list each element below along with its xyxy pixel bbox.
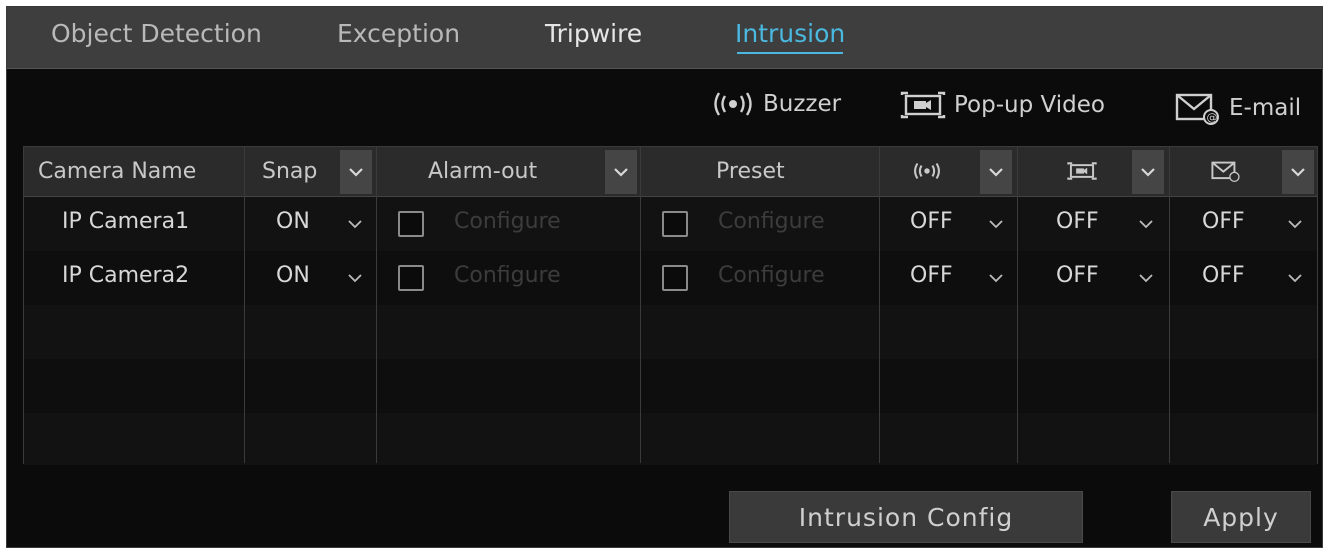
table-row-empty	[24, 305, 1317, 359]
email-dropdown-chevron-icon[interactable]	[1288, 273, 1302, 283]
camera-name-cell: IP Camera2	[62, 263, 190, 288]
buzzer-batch-dropdown[interactable]	[980, 150, 1012, 194]
header-camera-name: Camera Name	[38, 159, 197, 184]
buzzer-dropdown-chevron-icon[interactable]	[989, 219, 1003, 229]
email-batch-dropdown[interactable]	[1282, 150, 1314, 194]
svg-text:@: @	[1207, 111, 1218, 124]
chevron-down-icon	[1291, 167, 1305, 177]
preset-checkbox[interactable]	[662, 265, 688, 291]
snap-value[interactable]: ON	[276, 263, 310, 288]
preset-configure-link[interactable]: Configure	[718, 209, 825, 234]
column-divider	[244, 147, 245, 463]
table-row-empty	[24, 413, 1317, 465]
buzzer-value[interactable]: OFF	[910, 263, 953, 288]
alarm-out-batch-dropdown[interactable]	[605, 150, 637, 194]
tab-bar: Object Detection Exception Tripwire Intr…	[7, 7, 1322, 69]
preset-configure-link[interactable]: Configure	[718, 263, 825, 288]
buzzer-icon	[714, 92, 752, 116]
buzzer-dropdown-chevron-icon[interactable]	[989, 273, 1003, 283]
snap-dropdown-chevron-icon[interactable]	[348, 273, 362, 283]
table-row-empty	[24, 359, 1317, 413]
chevron-down-icon	[614, 167, 628, 177]
popup-video-value[interactable]: OFF	[1056, 263, 1099, 288]
camera-name-cell: IP Camera1	[62, 209, 190, 234]
column-divider	[1169, 147, 1170, 463]
header-snap: Snap	[262, 159, 318, 184]
email-value[interactable]: OFF	[1202, 209, 1245, 234]
legend-buzzer: Buzzer	[711, 91, 841, 117]
snap-value[interactable]: ON	[276, 209, 310, 234]
snap-dropdown-chevron-icon[interactable]	[348, 219, 362, 229]
popup-video-batch-dropdown[interactable]	[1132, 150, 1164, 194]
tab-intrusion[interactable]: Intrusion	[735, 19, 845, 54]
legend-buzzer-label: Buzzer	[763, 91, 842, 117]
chevron-down-icon	[349, 167, 363, 177]
intrusion-settings-panel: Object Detection Exception Tripwire Intr…	[6, 6, 1323, 548]
column-divider	[879, 147, 880, 463]
legend-email-label: E-mail	[1229, 95, 1302, 121]
buzzer-value[interactable]: OFF	[910, 209, 953, 234]
email-dropdown-chevron-icon[interactable]	[1288, 219, 1302, 229]
popup-video-icon	[1067, 162, 1097, 180]
table-header: Camera Name Snap Alarm-out Preset	[24, 147, 1317, 197]
column-divider	[1017, 147, 1018, 463]
chevron-down-icon	[1141, 167, 1155, 177]
header-preset: Preset	[716, 159, 785, 184]
header-alarm-out: Alarm-out	[428, 159, 538, 184]
column-divider	[640, 147, 641, 463]
snap-batch-dropdown[interactable]	[340, 150, 372, 194]
chevron-down-icon	[989, 167, 1003, 177]
email-value[interactable]: OFF	[1202, 263, 1245, 288]
tab-object-detection[interactable]: Object Detection	[51, 19, 262, 48]
alarm-out-configure-link[interactable]: Configure	[454, 209, 561, 234]
email-icon	[1211, 161, 1240, 182]
popup-video-dropdown-chevron-icon[interactable]	[1139, 219, 1153, 229]
camera-alarm-table: Camera Name Snap Alarm-out Preset IP Cam…	[23, 146, 1318, 465]
legend-popup-video-label: Pop-up Video	[954, 92, 1105, 118]
buzzer-icon	[914, 162, 940, 180]
column-divider	[376, 147, 377, 463]
tab-tripwire[interactable]: Tripwire	[545, 19, 642, 48]
alarm-out-configure-link[interactable]: Configure	[454, 263, 561, 288]
alarm-out-checkbox[interactable]	[398, 211, 424, 237]
preset-checkbox[interactable]	[662, 211, 688, 237]
tab-exception[interactable]: Exception	[337, 19, 460, 48]
popup-video-dropdown-chevron-icon[interactable]	[1139, 273, 1153, 283]
intrusion-config-button[interactable]: Intrusion Config	[729, 491, 1083, 543]
apply-button[interactable]: Apply	[1171, 491, 1311, 543]
alarm-out-checkbox[interactable]	[398, 265, 424, 291]
email-icon: @	[1175, 93, 1219, 125]
legend-email: @ E-mail	[1175, 91, 1301, 125]
popup-video-icon	[900, 91, 946, 119]
popup-video-value[interactable]: OFF	[1056, 209, 1099, 234]
legend-popup-video: Pop-up Video	[900, 91, 1105, 119]
